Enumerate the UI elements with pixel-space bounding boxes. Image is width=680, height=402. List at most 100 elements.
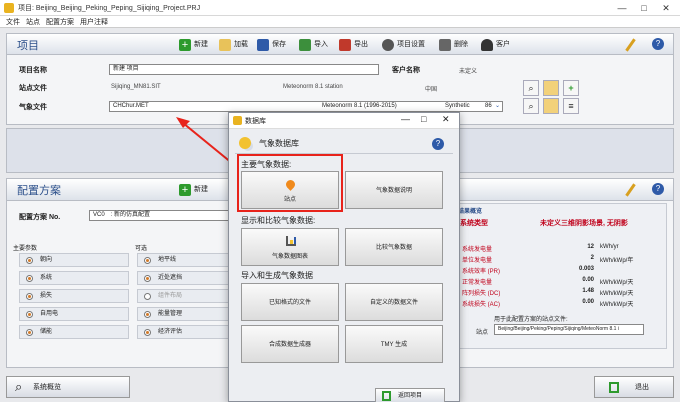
status-dot-icon: [144, 329, 151, 336]
module-layout-button[interactable]: 组件布局: [137, 289, 229, 303]
status-dot-icon: [144, 293, 151, 300]
results-panel: 结果概览 系统类型 未定义三维阴影场景, 无阴影 系统发电量 12 kWh/yr…: [453, 203, 667, 349]
meteo-search-button[interactable]: ⌕: [523, 98, 539, 114]
variant-title: 配置方案: [17, 185, 61, 197]
chevron-down-icon: ⌄: [494, 103, 500, 109]
status-dot-icon: [144, 275, 151, 282]
pencil-icon[interactable]: [625, 183, 636, 197]
client-name-label: 客户名称: [392, 67, 420, 74]
project-name-field[interactable]: 新建 项目: [109, 64, 379, 75]
new-project-button[interactable]: + 新建: [179, 37, 208, 52]
result-label: 阵列损失 (DC): [462, 291, 501, 297]
compare-weather-button[interactable]: 比较气象数据: [345, 228, 443, 266]
menu-notes[interactable]: 用户注释: [80, 17, 108, 27]
result-unit: kWh/yr: [600, 244, 619, 250]
meteo-open-button[interactable]: [543, 98, 559, 114]
menu-variant[interactable]: 配置方案: [46, 17, 74, 27]
dialog-minimize-button[interactable]: —: [401, 114, 410, 124]
storage-button[interactable]: 储能: [19, 325, 129, 339]
import-button[interactable]: 导入: [299, 37, 328, 52]
economic-evaluation-button[interactable]: 经济评估: [137, 325, 229, 339]
synthetic-generator-button[interactable]: 合成数据生成器: [241, 325, 339, 363]
save-project-button[interactable]: 保存: [257, 37, 286, 52]
main-params-title: 主要参数: [13, 246, 38, 252]
result-label: 单位发电量: [462, 258, 493, 264]
app-icon: [233, 116, 242, 125]
dialog-heading: 气象数据库: [259, 139, 299, 148]
status-dot-icon: [26, 311, 33, 318]
result-value: 2: [590, 255, 594, 261]
plus-icon: +: [568, 83, 574, 93]
result-label: 系统损失 (AC): [462, 302, 500, 308]
site-add-button[interactable]: +: [563, 80, 579, 96]
variant-number: VC0: [93, 212, 105, 218]
site-source-value: Meteonorm 8.1 station: [283, 84, 343, 90]
help-icon[interactable]: ?: [432, 138, 444, 150]
site-open-button[interactable]: [543, 80, 559, 96]
dialog-close-button[interactable]: ✕: [442, 114, 450, 125]
orientation-button[interactable]: 朝向: [19, 253, 129, 267]
close-button[interactable]: ✕: [656, 2, 676, 14]
self-consumption-button[interactable]: 自用电: [19, 307, 129, 321]
system-button[interactable]: 系统: [19, 271, 129, 285]
help-icon[interactable]: ?: [652, 38, 664, 50]
help-icon[interactable]: ?: [652, 183, 664, 195]
result-unit: kWh/kWp/天: [600, 291, 634, 297]
trash-icon: [439, 38, 451, 51]
minimize-button[interactable]: —: [612, 2, 632, 14]
location-pin-icon: [284, 178, 297, 191]
weather-tables-button[interactable]: 气象数据图表: [241, 228, 339, 266]
project-settings-button[interactable]: 项目设置: [382, 37, 425, 52]
user-icon: [481, 38, 493, 51]
site-search-button[interactable]: ⌕: [523, 80, 539, 96]
result-value: 0.00: [582, 299, 594, 305]
project-name-label: 项目名称: [19, 67, 47, 74]
status-dot-icon: [144, 311, 151, 318]
site-button[interactable]: 站点: [241, 171, 339, 209]
pencil-icon[interactable]: [625, 38, 636, 52]
magnifier-icon: ⌕: [528, 83, 534, 93]
meteo-database-button[interactable]: ≡: [563, 98, 579, 114]
horizon-button[interactable]: 地平线: [137, 253, 229, 267]
plus-icon: +: [179, 183, 191, 196]
project-header: 项目 + 新建 加载 保存 导入 导出 项目设置 删除 客户 ?: [7, 34, 673, 55]
load-project-button[interactable]: 加载: [219, 37, 248, 52]
chart-icon: [286, 236, 296, 246]
variant-number-label: 配置方案 No.: [19, 214, 61, 221]
status-dot-icon: [26, 275, 33, 282]
maximize-button[interactable]: □: [634, 2, 654, 14]
menu-site[interactable]: 站点: [26, 17, 40, 27]
status-dot-icon: [26, 257, 33, 264]
new-variant-button[interactable]: + 新建: [179, 182, 208, 197]
back-to-project-button[interactable]: 返回项目: [375, 388, 445, 402]
status-dot-icon: [144, 257, 151, 264]
client-button[interactable]: 客户: [481, 37, 510, 52]
near-shading-button[interactable]: 近处遮挡: [137, 271, 229, 285]
result-value: 12: [587, 244, 594, 250]
export-icon: [339, 38, 351, 51]
section-compare-weather: 显示和比较气象数据:: [241, 216, 316, 225]
dialog-maximize-button[interactable]: □: [421, 114, 426, 124]
client-name-value: 未定义: [459, 69, 478, 75]
known-format-button[interactable]: 已知格式的文件: [241, 283, 339, 321]
result-unit: kWh/kWp/天: [600, 280, 634, 286]
delete-button[interactable]: 删除: [439, 37, 468, 52]
used-site-field: Beijing/Beijing/Peking/Peping/Sijiqing/M…: [494, 324, 644, 335]
meteo-description-button[interactable]: 气象数据说明: [345, 171, 443, 209]
weather-icon: [239, 137, 251, 149]
export-button[interactable]: 导出: [339, 37, 368, 52]
exit-button[interactable]: 退出: [594, 376, 674, 398]
tmy-generation-button[interactable]: TMY 生成: [345, 325, 443, 363]
project-title: 项目: [17, 40, 39, 52]
variant-select[interactable]: VC0: 新的仿真配置: [89, 210, 229, 221]
app-icon: [4, 3, 14, 13]
meteo-extra-value: 86: [485, 103, 492, 109]
system-overview-button[interactable]: ⌕ 系统概览: [6, 376, 130, 398]
energy-management-button[interactable]: 能量管理: [137, 307, 229, 321]
losses-button[interactable]: 损失: [19, 289, 129, 303]
menu-file[interactable]: 文件: [6, 17, 20, 27]
import-icon: [299, 38, 311, 51]
custom-file-button[interactable]: 自定义的数据文件: [345, 283, 443, 321]
optional-title: 可选: [135, 246, 148, 252]
meteo-file-select[interactable]: CHChur.MET Meteonorm 8.1 (1996-2015) Syn…: [109, 101, 503, 112]
